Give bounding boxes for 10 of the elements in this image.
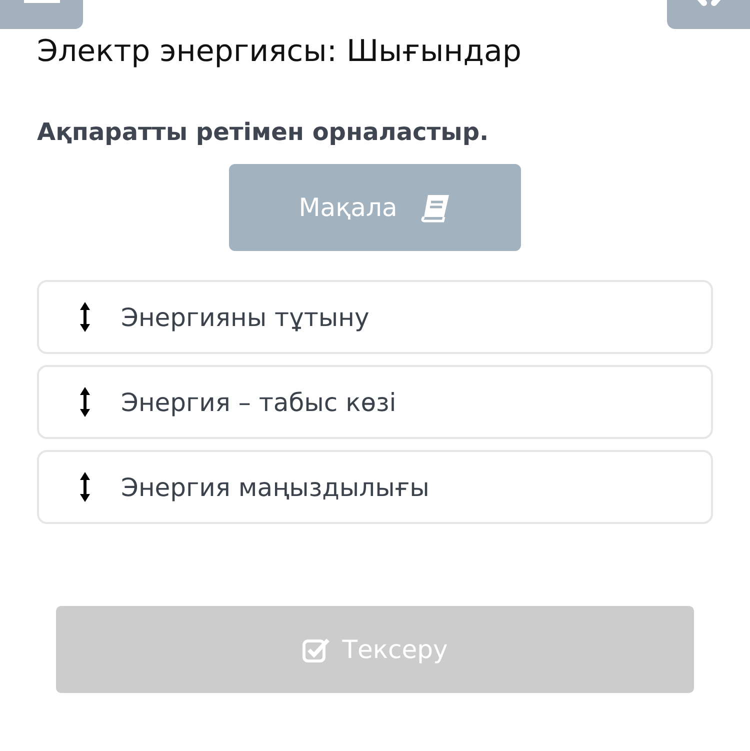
drag-handle-icon [79,301,91,333]
sortable-item[interactable]: Энергия – табыс көзі [37,365,713,439]
page-title: Электр энергиясы: Шығындар [37,33,522,71]
sortable-item[interactable]: Энергия маңыздылығы [37,450,713,524]
instruction-text: Ақпаратты ретімен орналастыр. [37,117,490,148]
sortable-item[interactable]: Энергияны тұтыну [37,280,713,354]
drag-handle-icon [79,471,91,503]
book-icon [419,192,452,222]
drag-handle-icon [79,386,91,418]
checkbox-icon [302,636,330,662]
